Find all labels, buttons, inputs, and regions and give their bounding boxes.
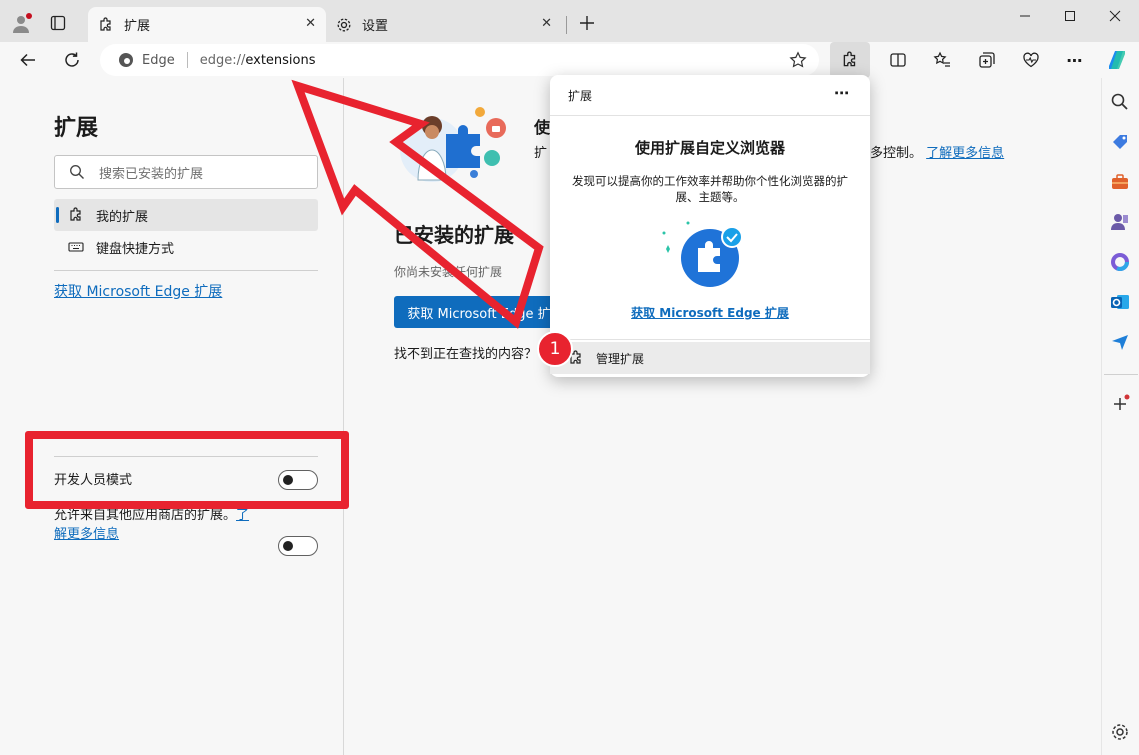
- flyout-more-button[interactable]: ⋯: [834, 84, 849, 102]
- copilot-icon: [1109, 51, 1125, 69]
- search-input[interactable]: 搜索已安装的扩展: [54, 155, 318, 189]
- split-screen-icon: [890, 53, 906, 67]
- cant-find-text: 找不到正在查找的内容？: [394, 347, 538, 362]
- flyout-get-extensions-link[interactable]: 获取 Microsoft Edge 扩展: [550, 304, 870, 321]
- nav-item-my-extensions[interactable]: 我的扩展: [54, 199, 318, 231]
- nav-item-label: 我的扩展: [96, 209, 149, 225]
- flyout-title: 使用扩展自定义浏览器: [634, 139, 785, 157]
- games-icon[interactable]: [1110, 212, 1130, 232]
- tab-label: 设置: [362, 19, 389, 34]
- puzzle-icon: [98, 16, 114, 33]
- promo-illustration: [392, 106, 512, 188]
- microsoft-365-icon[interactable]: [1110, 252, 1130, 272]
- tools-icon[interactable]: [1110, 172, 1130, 192]
- flyout-footer-divider: [550, 339, 870, 340]
- annotation-highlight-box: [25, 431, 349, 509]
- learn-more-link[interactable]: 解更多信息: [54, 527, 119, 542]
- maximize-button[interactable]: [1055, 6, 1085, 26]
- tab-divider: [566, 16, 567, 34]
- close-tab-icon[interactable]: ✕: [305, 16, 316, 31]
- flyout-description: 发现可以提高你的工作效率并帮助你个性化浏览器的扩展、主题等。: [572, 174, 848, 204]
- promo-text-end-label: 多控制。: [870, 146, 923, 161]
- step-number: 1: [549, 339, 561, 359]
- address-separator: [186, 52, 188, 68]
- extensions-button[interactable]: [830, 42, 870, 78]
- new-tab-button[interactable]: [576, 12, 598, 34]
- favorite-star-icon[interactable]: [789, 51, 807, 69]
- promo-title: 使: [534, 118, 551, 137]
- allow-other-stores-text: 允许来自其他应用商店的扩展。了 解更多信息: [54, 506, 269, 544]
- refresh-button[interactable]: [56, 44, 88, 76]
- extensions-sidebar: 扩展 搜索已安装的扩展 我的扩展 键盘快捷方式 获取 Microsoft Edg…: [0, 78, 344, 755]
- heart-pulse-icon: [1023, 52, 1039, 68]
- edge-sidebar: [1101, 78, 1139, 755]
- settings-more-button[interactable]: ⋯: [1059, 44, 1091, 76]
- get-extensions-button-label: 获取 Microsoft Edge 扩: [407, 306, 551, 322]
- edge-logo-icon: [118, 52, 134, 68]
- no-extensions-text: 你尚未安装任何扩展: [394, 265, 503, 279]
- flyout-header-title: 扩展: [568, 89, 593, 103]
- search-icon: [69, 164, 85, 180]
- puzzle-icon: [843, 51, 856, 67]
- minimize-button[interactable]: [1010, 6, 1040, 26]
- split-screen-button[interactable]: [882, 44, 914, 76]
- outlook-icon[interactable]: [1110, 292, 1130, 312]
- tab-actions-icon[interactable]: [50, 15, 66, 31]
- refresh-icon: [65, 52, 79, 67]
- collections-icon: [979, 52, 995, 68]
- allow-other-stores-label: 允许来自其他应用商店的扩展。: [54, 508, 237, 523]
- sidebar-divider: [54, 270, 318, 271]
- get-extensions-link[interactable]: 获取 Microsoft Edge 扩展: [54, 281, 222, 301]
- tab-strip: 扩展 ✕ 设置 ✕: [0, 0, 1139, 42]
- allow-other-stores-toggle[interactable]: [278, 536, 318, 556]
- browser-essentials-button[interactable]: [1015, 44, 1047, 76]
- back-button[interactable]: [12, 44, 44, 76]
- learn-more-link[interactable]: 了: [236, 508, 249, 523]
- nav-item-keyboard-shortcuts[interactable]: 键盘快捷方式: [54, 231, 318, 263]
- sidebar-settings-icon[interactable]: [1110, 722, 1130, 742]
- favorites-button[interactable]: [926, 44, 958, 76]
- installed-extensions-heading: 已安装的扩展: [394, 223, 514, 247]
- shopping-tag-icon[interactable]: [1110, 132, 1130, 152]
- profile-avatar[interactable]: [10, 11, 34, 35]
- address-brand: Edge: [142, 52, 175, 68]
- nav-item-label: 键盘快捷方式: [96, 241, 175, 257]
- address-url-path: extensions: [245, 52, 316, 68]
- close-tab-icon[interactable]: ✕: [541, 16, 552, 31]
- selected-indicator: [56, 207, 59, 223]
- step-number-badge: 1: [537, 331, 573, 367]
- get-extensions-button[interactable]: 获取 Microsoft Edge 扩: [394, 296, 564, 328]
- plus-icon: [580, 16, 594, 30]
- plus-icon: [1114, 394, 1130, 410]
- puzzle-icon: [68, 207, 84, 223]
- address-bar[interactable]: Edge edge:// extensions: [100, 44, 819, 76]
- flyout-header-divider: [550, 115, 870, 116]
- manage-extensions-item[interactable]: 管理扩展: [550, 342, 870, 374]
- send-icon[interactable]: [1110, 332, 1130, 352]
- learn-more-link[interactable]: 了解更多信息: [926, 146, 1004, 161]
- keyboard-icon: [68, 239, 84, 255]
- add-sidebar-app-button[interactable]: [1110, 394, 1130, 414]
- copilot-button[interactable]: [1103, 46, 1131, 74]
- close-window-button[interactable]: [1100, 6, 1130, 26]
- promo-text-start: 扩: [534, 146, 548, 161]
- promo-text-end: 多控制。 了解更多信息: [870, 142, 1004, 161]
- address-url-prefix: edge://: [199, 52, 246, 68]
- tab-label: 扩展: [124, 19, 151, 34]
- tab-extensions[interactable]: 扩展 ✕: [88, 7, 326, 42]
- search-icon[interactable]: [1110, 92, 1130, 112]
- tab-settings[interactable]: 设置 ✕: [326, 7, 562, 42]
- favorites-icon: [933, 51, 950, 67]
- rail-divider: [1104, 374, 1138, 375]
- extensions-flyout: 扩展 ⋯ 使用扩展自定义浏览器 发现可以提高你的工作效率并帮助你个性化浏览器的扩…: [550, 75, 870, 377]
- arrow-left-icon: [20, 53, 35, 67]
- manage-extensions-label: 管理扩展: [596, 351, 645, 366]
- search-placeholder: 搜索已安装的扩展: [99, 166, 204, 182]
- puzzle-check-icon: [660, 221, 750, 291]
- more-icon: ⋯: [1066, 50, 1084, 70]
- page-title: 扩展: [54, 116, 99, 141]
- collections-button[interactable]: [971, 44, 1003, 76]
- gear-icon: [336, 17, 352, 33]
